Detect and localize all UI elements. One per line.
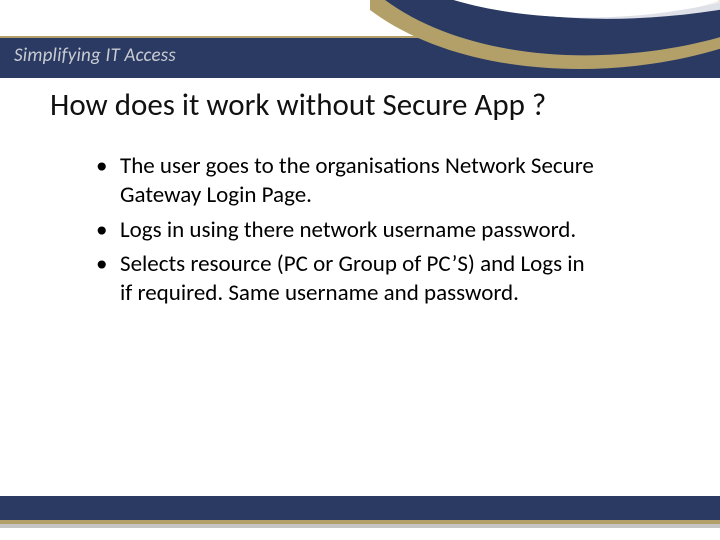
footer-banner — [0, 496, 720, 532]
list-item: The user goes to the organisations Netwo… — [90, 152, 602, 210]
list-item: Logs in using there network username pas… — [90, 216, 602, 245]
banner-accent-line — [0, 36, 720, 38]
bullet-list: The user goes to the organisations Netwo… — [90, 152, 602, 308]
tagline-text: Simplifying IT Access — [14, 44, 176, 67]
header-banner: Simplifying IT Access — [0, 0, 720, 78]
slide-title: How does it work without Secure App ? — [50, 86, 670, 124]
footer-shadow — [0, 524, 720, 528]
footer-stripe — [0, 496, 720, 520]
list-item: Selects resource (PC or Group of PC’S) a… — [90, 250, 602, 308]
